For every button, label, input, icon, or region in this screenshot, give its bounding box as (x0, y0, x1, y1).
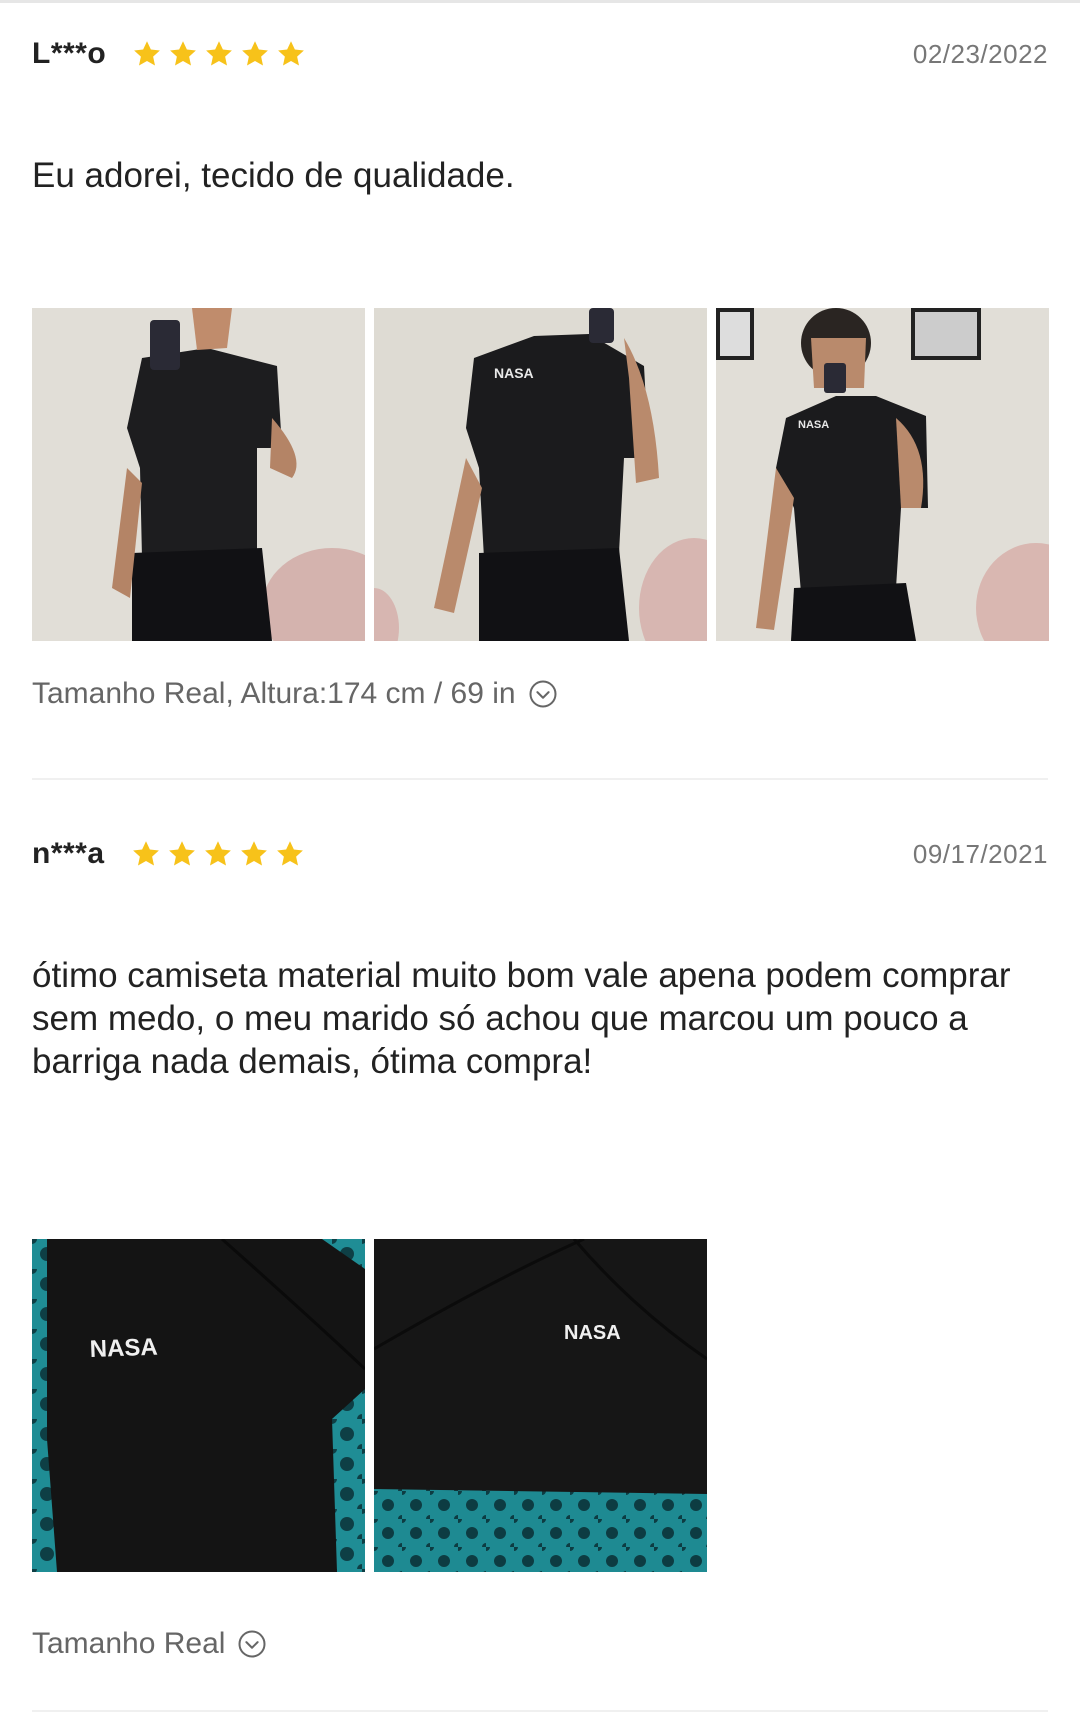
star-icon (240, 841, 267, 866)
review-photo[interactable]: NASA (374, 1239, 707, 1572)
star-icon (242, 41, 269, 66)
review-header: n***a 09/17/2021 (32, 834, 1048, 874)
star-rating (132, 39, 306, 69)
review-photo[interactable] (32, 308, 365, 641)
review-photo[interactable]: NASA (32, 1239, 365, 1572)
review-divider (32, 1710, 1048, 1712)
svg-text:NASA: NASA (798, 419, 829, 431)
review-text: Eu adorei, tecido de qualidade. (32, 156, 515, 195)
review-text: ótimo camiseta material muito bom vale a… (32, 956, 1011, 1081)
size-info-text: Tamanho Real (32, 1627, 226, 1660)
shirt-logo-text: NASA (564, 1322, 621, 1344)
shirt-photo-image: NASA (374, 308, 707, 641)
shirt-photo-image: NASA (716, 308, 1049, 641)
star-icon (134, 41, 161, 66)
star-icon (206, 41, 233, 66)
star-icon (132, 841, 159, 866)
review-date: 09/17/2021 (912, 838, 1048, 869)
shirt-photo-image (32, 308, 365, 641)
star-icon (278, 41, 305, 66)
review-card: L***o 02/23/2022 Eu adorei, tecido de qu… (32, 0, 1049, 780)
chevron-down-circle-icon[interactable] (528, 679, 558, 709)
shirt-flatlay-image: NASA (32, 1239, 365, 1572)
svg-text:NASA: NASA (494, 365, 534, 381)
size-info[interactable]: Tamanho Real (32, 1627, 267, 1661)
star-icon (204, 841, 231, 866)
review-card: n***a 09/17/2021 ótimo camiseta material… (32, 800, 1048, 1700)
review-photo[interactable]: NASA (716, 308, 1049, 641)
review-photos: NASA NASA (32, 1239, 707, 1572)
star-icon (168, 841, 195, 866)
review-divider (32, 778, 1048, 780)
review-author: L***o (32, 37, 107, 70)
review-author: n***a (32, 837, 105, 870)
shirt-flatlay-image: NASA (374, 1239, 707, 1572)
star-rating (131, 839, 305, 869)
chevron-down-circle-icon[interactable] (237, 1629, 267, 1659)
star-icon (276, 841, 303, 866)
size-info[interactable]: Tamanho Real, Altura:174 cm / 69 in (32, 677, 558, 711)
review-photo[interactable]: NASA (374, 308, 707, 641)
review-date: 02/23/2022 (912, 38, 1048, 69)
size-info-text: Tamanho Real, Altura:174 cm / 69 in (32, 677, 516, 710)
star-icon (170, 41, 197, 66)
review-photos: NASA NASA (32, 308, 1049, 641)
shirt-logo-text: NASA (89, 1334, 158, 1363)
review-header: L***o 02/23/2022 (32, 34, 1048, 74)
